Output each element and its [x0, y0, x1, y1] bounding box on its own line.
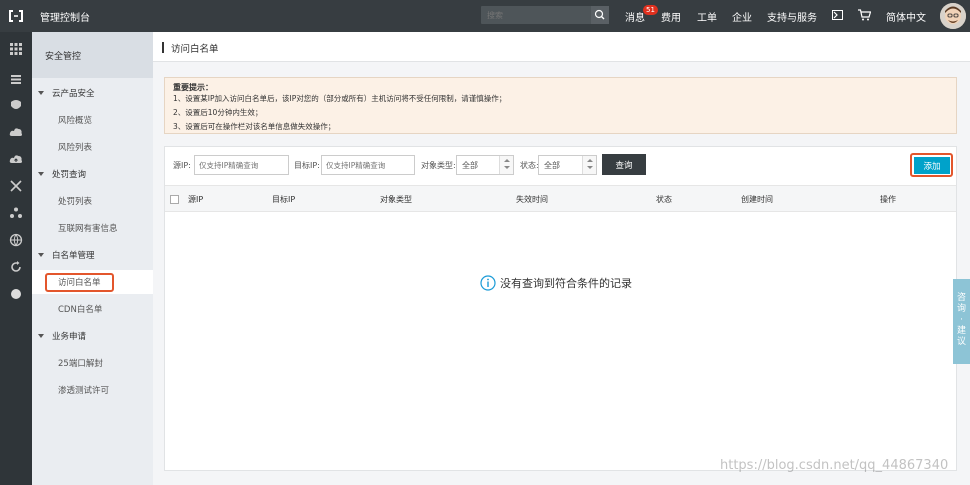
- col-expire-time: 失效时间: [516, 195, 548, 204]
- group-label: 云产品安全: [52, 89, 95, 99]
- nav-billing[interactable]: 费用: [661, 9, 681, 24]
- aliyun-logo-icon[interactable]: [8, 8, 24, 24]
- top-navigation-bar: 管理控制台 消息 51 费用 工单 企业 支持与服务 简体中文: [0, 0, 970, 32]
- grid-icon[interactable]: [9, 42, 23, 56]
- sidebar-item-penalty-list[interactable]: 处罚列表: [58, 195, 92, 207]
- sidebar-item-pentest-permit[interactable]: 渗透测试许可: [58, 384, 109, 396]
- col-target-ip: 目标IP: [272, 195, 296, 204]
- sidebar-group-penalty-query[interactable]: 处罚查询: [38, 168, 86, 180]
- console-title[interactable]: 管理控制台: [40, 9, 90, 24]
- select-arrows-icon: [582, 156, 596, 174]
- watermark: https://blog.csdn.net/qq_44867340: [720, 458, 949, 473]
- object-type-select[interactable]: 全部: [456, 155, 514, 175]
- terminal-prompt-icon: [833, 11, 838, 19]
- status-select[interactable]: 全部: [538, 155, 597, 175]
- nav-tickets[interactable]: 工单: [697, 9, 717, 24]
- sidebar-group-whitelist-mgmt[interactable]: 白名单管理: [38, 249, 95, 261]
- col-actions: 操作: [880, 195, 896, 204]
- sidebar-header: 安全管控: [32, 32, 153, 78]
- sidebar-item-harmful-info[interactable]: 互联网有害信息: [58, 222, 118, 234]
- search-box[interactable]: [481, 6, 609, 24]
- cluster-icon[interactable]: [9, 206, 23, 220]
- caret-down-icon: [38, 253, 44, 257]
- whitelist-panel: 源IP: 目标IP: 对象类型: 全部 状态: 全部 查询 添加 源IP 目标I…: [164, 146, 957, 471]
- target-ip-label: 目标IP:: [294, 161, 320, 170]
- messages-link[interactable]: 消息: [625, 9, 645, 24]
- terminal-icon[interactable]: [832, 10, 843, 20]
- caret-down-icon: [38, 91, 44, 95]
- circle-icon[interactable]: [9, 287, 23, 301]
- nav-enterprise[interactable]: 企业: [732, 9, 752, 24]
- sidebar-group-cloud-product-security[interactable]: 云产品安全: [38, 87, 95, 99]
- messages-badge: 51: [643, 5, 658, 15]
- empty-state-message: 没有查询到符合条件的记录: [500, 277, 632, 290]
- sidebar-item-access-whitelist[interactable]: 访问白名单: [58, 276, 101, 288]
- product-icon-rail: [0, 32, 32, 485]
- language-switcher[interactable]: 简体中文: [886, 9, 926, 24]
- col-create-time: 创建时间: [741, 195, 773, 204]
- cloud-upload-icon[interactable]: [9, 152, 23, 166]
- cart-icon[interactable]: [858, 9, 871, 21]
- table-header: 源IP 目标IP 对象类型 失效时间 状态 创建时间 操作: [165, 185, 956, 212]
- sidebar-title: 安全管控: [45, 52, 82, 62]
- source-ip-label: 源IP:: [173, 161, 191, 170]
- sidebar-item-risk-overview[interactable]: 风险概览: [58, 114, 92, 126]
- target-ip-input[interactable]: [321, 155, 415, 175]
- list-icon[interactable]: [9, 72, 23, 86]
- col-object-type: 对象类型: [380, 195, 412, 204]
- title-accent-bar: [162, 42, 164, 53]
- notice-line-3: 3、设置后可在操作栏对该名单信息做失效操作；: [173, 122, 336, 131]
- status-label: 状态:: [520, 161, 539, 170]
- sidebar-item-cdn-whitelist[interactable]: CDN白名单: [58, 303, 102, 315]
- search-icon: [594, 9, 605, 20]
- cloud-icon[interactable]: [9, 125, 23, 139]
- search-input[interactable]: [481, 6, 591, 24]
- sidebar-item-risk-list[interactable]: 风险列表: [58, 141, 92, 153]
- network-icon[interactable]: [9, 179, 23, 193]
- important-notice: 重要提示： 1、设置某IP加入访问白名单后，该IP对您的（部分或所有）主机访问将…: [164, 77, 957, 134]
- caret-down-icon: [38, 334, 44, 338]
- refresh-icon[interactable]: [9, 260, 23, 274]
- sidebar-item-port25-unblock[interactable]: 25端口解封: [58, 357, 103, 369]
- globe-icon[interactable]: [9, 233, 23, 247]
- select-arrows-icon: [499, 156, 513, 174]
- nav-support[interactable]: 支持与服务: [767, 9, 817, 24]
- search-button[interactable]: [591, 6, 609, 24]
- col-status: 状态: [656, 195, 672, 204]
- feedback-tab[interactable]: 咨询·建议: [953, 279, 970, 364]
- query-button[interactable]: 查询: [602, 154, 646, 175]
- security-sidebar: 安全管控 云产品安全 风险概览 风险列表 处罚查询 处罚列表 互联网有害信息 白…: [32, 32, 186, 485]
- status-value: 全部: [544, 161, 560, 170]
- notice-line-1: 1、设置某IP加入访问白名单后，该IP对您的（部分或所有）主机访问将不受任何限制…: [173, 94, 507, 103]
- page-title: 访问白名单: [171, 44, 219, 55]
- source-ip-input[interactable]: [194, 155, 289, 175]
- feedback-label: 咨询·建议: [957, 293, 967, 347]
- page-header: 访问白名单: [153, 32, 970, 62]
- avatar[interactable]: [940, 3, 966, 29]
- group-label: 白名单管理: [52, 251, 95, 261]
- shield-icon[interactable]: [9, 98, 23, 112]
- add-button[interactable]: 添加: [914, 157, 950, 174]
- group-label: 业务申请: [52, 332, 87, 342]
- caret-down-icon: [38, 172, 44, 176]
- group-label: 处罚查询: [52, 170, 87, 180]
- info-icon: [480, 275, 496, 291]
- notice-line-2: 2、设置后10分钟内生效；: [173, 108, 263, 117]
- sidebar-group-business-apply[interactable]: 业务申请: [38, 330, 86, 342]
- notice-title: 重要提示：: [173, 83, 213, 92]
- select-all-checkbox[interactable]: [170, 195, 179, 204]
- avatar-face-icon: [940, 3, 966, 29]
- object-type-value: 全部: [462, 161, 478, 170]
- col-source-ip: 源IP: [188, 195, 204, 204]
- object-type-label: 对象类型:: [421, 161, 456, 170]
